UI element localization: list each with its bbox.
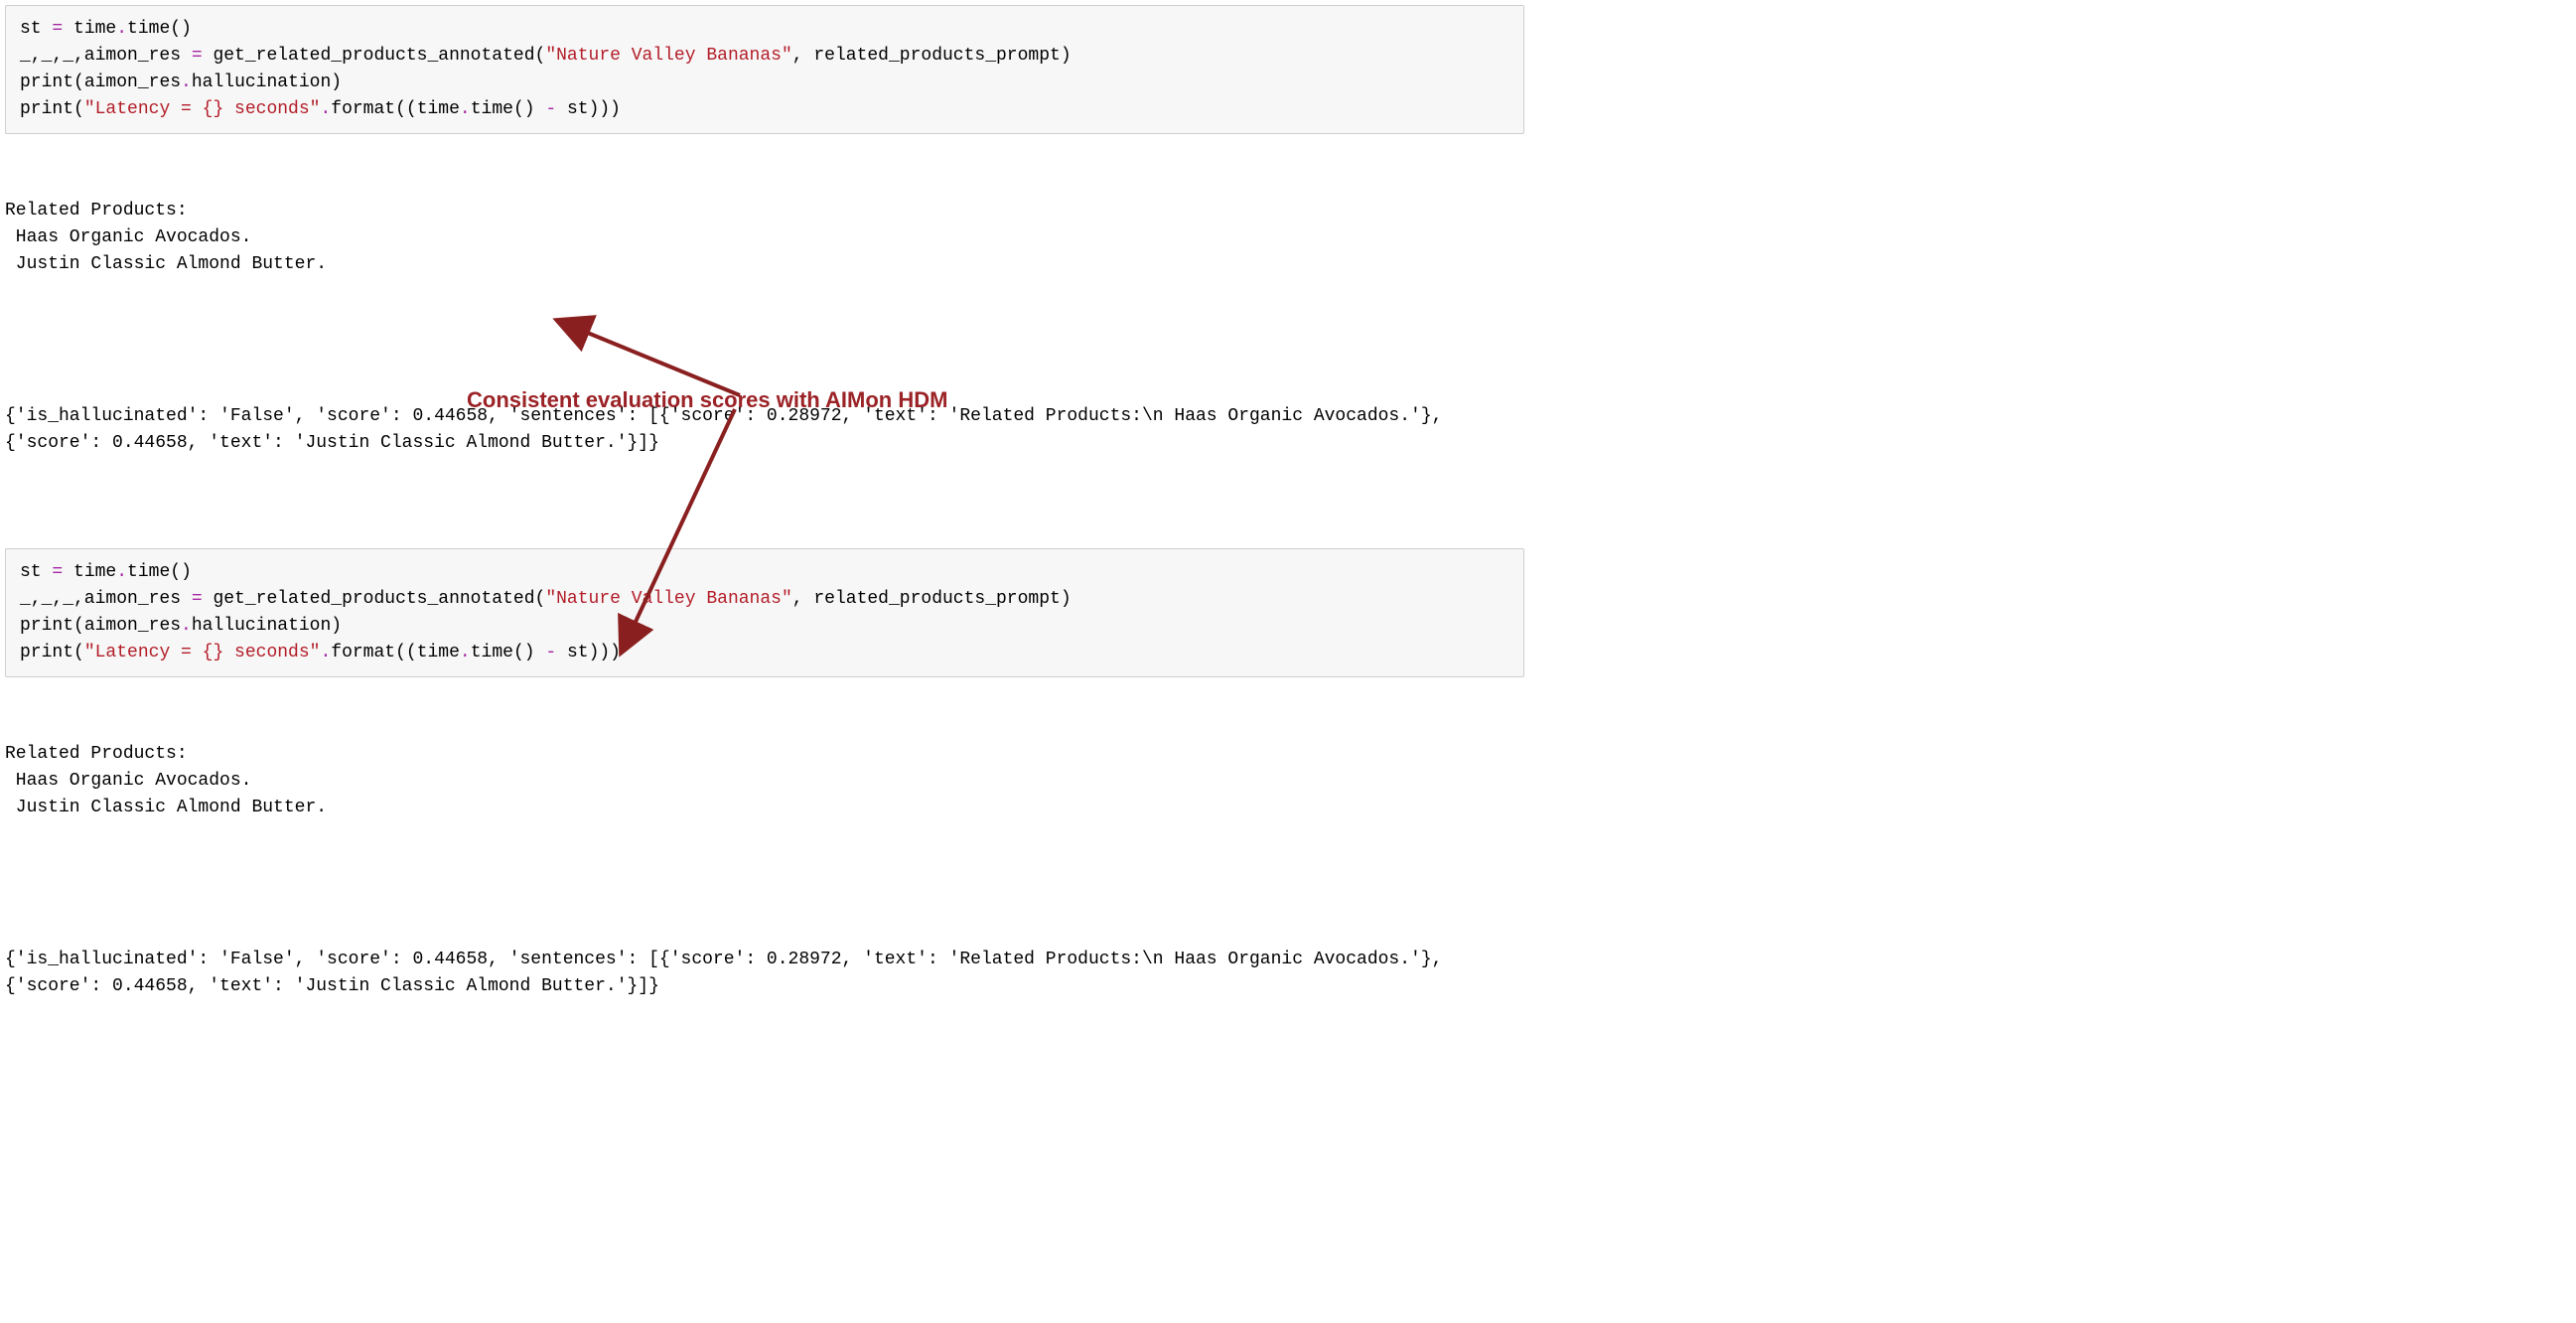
- code-token: get_related_products_annotated: [203, 46, 535, 66]
- code-token: aimon_res: [84, 616, 181, 636]
- code-token: time: [417, 643, 460, 662]
- code-token: format: [331, 99, 395, 119]
- code-token: time: [63, 562, 116, 582]
- code-token: ): [1061, 589, 1072, 609]
- code-token: .: [460, 643, 471, 662]
- code-token: "Latency = {} seconds": [84, 99, 321, 119]
- code-token: =: [192, 589, 203, 609]
- code-cell-2: st = time.time() _,_,_,aimon_res = get_r…: [5, 548, 1524, 677]
- code-token: hallucination: [192, 616, 331, 636]
- code-token: time: [471, 643, 513, 662]
- code-token: ))): [589, 643, 621, 662]
- code-token: ): [331, 616, 342, 636]
- code-token: print: [20, 643, 73, 662]
- code-token: , related_products_prompt: [792, 46, 1061, 66]
- code-token: (: [73, 616, 84, 636]
- code-token: format: [331, 643, 395, 662]
- code-token: "Nature Valley Bananas": [545, 589, 791, 609]
- code-token: st: [20, 562, 52, 582]
- output-dict-1: {'is_hallucinated': 'False', 'score': 0.…: [5, 403, 1524, 457]
- code-token: (: [73, 73, 84, 92]
- code-token: (: [535, 589, 546, 609]
- code-token: ((: [395, 99, 417, 119]
- code-block-1: st = time.time() _,_,_,aimon_res = get_r…: [20, 16, 1509, 123]
- code-token: print: [20, 73, 73, 92]
- code-token: .: [116, 19, 127, 39]
- code-token: (): [170, 562, 192, 582]
- code-token: .: [181, 616, 192, 636]
- code-token: -: [545, 643, 556, 662]
- code-cell-1: st = time.time() _,_,_,aimon_res = get_r…: [5, 5, 1524, 134]
- code-token: time: [417, 99, 460, 119]
- code-token: ((: [395, 643, 417, 662]
- code-token: .: [460, 99, 471, 119]
- code-token: _,_,_,aimon_res: [20, 46, 192, 66]
- code-token: time: [127, 562, 170, 582]
- code-token: st: [556, 99, 588, 119]
- code-token: print: [20, 99, 73, 119]
- code-token: (: [535, 46, 546, 66]
- code-token: =: [52, 19, 63, 39]
- code-token: (): [170, 19, 192, 39]
- code-token: , related_products_prompt: [792, 589, 1061, 609]
- code-token: (: [73, 643, 84, 662]
- code-token: "Latency = {} seconds": [84, 643, 321, 662]
- code-token: aimon_res: [84, 73, 181, 92]
- output-block-1: Related Products: Haas Organic Avocados.…: [5, 144, 1524, 511]
- code-token: get_related_products_annotated: [203, 589, 535, 609]
- code-token: time: [471, 99, 513, 119]
- code-token: "Nature Valley Bananas": [545, 46, 791, 66]
- code-token: ))): [589, 99, 621, 119]
- output-related-products-1: Related Products: Haas Organic Avocados.…: [5, 198, 1524, 278]
- code-token: -: [545, 99, 556, 119]
- code-token: ): [331, 73, 342, 92]
- code-token: time: [63, 19, 116, 39]
- code-token: st: [20, 19, 52, 39]
- code-block-2: st = time.time() _,_,_,aimon_res = get_r…: [20, 559, 1509, 666]
- code-token: (): [513, 99, 545, 119]
- code-token: (: [73, 99, 84, 119]
- code-token: ): [1061, 46, 1072, 66]
- code-token: print: [20, 616, 73, 636]
- code-token: time: [127, 19, 170, 39]
- page: st = time.time() _,_,_,aimon_res = get_r…: [0, 0, 1529, 1077]
- code-token: .: [181, 73, 192, 92]
- output-dict-2: {'is_hallucinated': 'False', 'score': 0.…: [5, 947, 1524, 1000]
- code-token: hallucination: [192, 73, 331, 92]
- output-related-products-2: Related Products: Haas Organic Avocados.…: [5, 741, 1524, 821]
- code-token: _,_,_,aimon_res: [20, 589, 192, 609]
- code-token: .: [320, 99, 331, 119]
- code-token: .: [116, 562, 127, 582]
- code-token: .: [320, 643, 331, 662]
- code-token: =: [192, 46, 203, 66]
- code-token: (): [513, 643, 545, 662]
- code-token: =: [52, 562, 63, 582]
- code-token: st: [556, 643, 588, 662]
- output-block-2: Related Products: Haas Organic Avocados.…: [5, 687, 1524, 1054]
